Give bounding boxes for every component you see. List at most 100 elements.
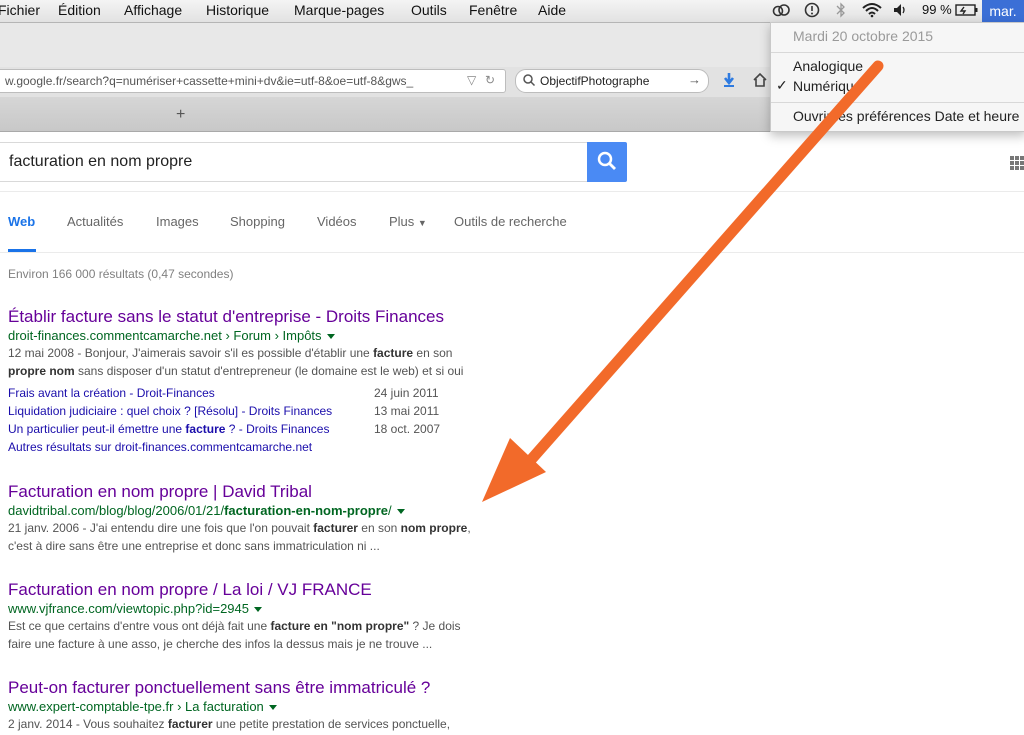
menu-fichier[interactable]: Fichier — [0, 2, 40, 18]
tab-videos[interactable]: Vidéos — [317, 214, 357, 229]
google-search-query: facturation en nom propre — [9, 153, 193, 170]
snippet-text: , — [467, 521, 471, 535]
search-result: Facturation en nom propre | David Tribal… — [8, 481, 528, 555]
sitelink-date: 13 mai 2011 — [374, 404, 440, 418]
clock-menu-date: Mardi 20 octobre 2015 — [793, 28, 934, 44]
menu-affichage[interactable]: Affichage — [124, 2, 182, 18]
bluetooth-icon[interactable] — [835, 2, 847, 21]
snippet-text: Est ce que certains d'entre vous ont déj… — [8, 619, 271, 633]
result-url-text: / — [388, 503, 392, 518]
sitelink-text: Liquidation judiciaire : quel choix ? [R… — [8, 404, 333, 418]
more-results-link[interactable]: Autres résultats sur droit-finances.comm… — [8, 438, 528, 456]
result-title[interactable]: Peut-on facturer ponctuellement sans êtr… — [8, 677, 528, 698]
menu-outils[interactable]: Outils — [411, 2, 447, 18]
menu-item-numerique[interactable]: Numérique — [793, 78, 861, 94]
search-icon — [522, 73, 536, 90]
sitelink-bold: facture — [185, 422, 226, 436]
search-go-icon[interactable]: → — [688, 72, 701, 87]
menubar-clock[interactable]: mar. — [982, 0, 1024, 22]
menu-item-open-prefs[interactable]: Ouvrir les préférences Date et heure — [793, 108, 1019, 124]
result-title[interactable]: Facturation en nom propre | David Tribal — [8, 481, 528, 502]
menu-edition[interactable]: Édition — [58, 2, 101, 18]
caret-down-icon[interactable] — [326, 334, 335, 340]
sitelink[interactable]: Un particulier peut-il émettre une factu… — [8, 422, 329, 436]
wifi-icon[interactable] — [861, 2, 883, 21]
sitelink-text: Frais avant la création - Droit-Finances — [8, 386, 215, 400]
result-title[interactable]: Établir facture sans le statut d'entrepr… — [8, 306, 528, 327]
checkmark-icon: ✓ — [776, 77, 788, 93]
clock-menu: Mardi 20 octobre 2015 Analogique ✓ Numér… — [770, 22, 1024, 132]
menu-marque-pages[interactable]: Marque-pages — [294, 2, 384, 18]
menu-bar: Fichier Édition Affichage Historique Mar… — [0, 0, 1024, 23]
menu-item-analogique[interactable]: Analogique — [793, 58, 863, 74]
browser-search-bar[interactable]: ObjectifPhotographe → — [515, 69, 709, 93]
result-snippet: 2 janv. 2014 - Vous souhaitez facturer u… — [8, 715, 518, 733]
menu-separator — [771, 102, 1024, 103]
tab-plus-label: Plus — [389, 214, 415, 229]
volume-icon[interactable] — [892, 2, 908, 21]
search-icon — [597, 151, 616, 170]
caret-down-icon[interactable] — [268, 705, 277, 711]
result-url: www.expert-comptable-tpe.fr › La factura… — [8, 698, 528, 715]
apps-grid-icon[interactable] — [1010, 156, 1024, 170]
snippet-bold: nom propre — [400, 521, 468, 535]
result-url-text: davidtribal.com/blog/blog/2006/01/21/ — [8, 503, 225, 518]
snippet-text: faire une facture à une asso, je cherche… — [8, 637, 433, 651]
tab-images[interactable]: Images — [156, 214, 199, 229]
result-url: www.vjfrance.com/viewtopic.php?id=2945 — [8, 600, 528, 617]
new-tab-button[interactable]: + — [176, 106, 185, 124]
result-url: davidtribal.com/blog/blog/2006/01/21/fac… — [8, 502, 528, 519]
result-url: droit-finances.commentcamarche.net › For… — [8, 327, 528, 344]
result-url-bold: facturation-en-nom-propre — [224, 503, 389, 518]
battery-icon[interactable] — [955, 2, 979, 21]
tab-outils-recherche[interactable]: Outils de recherche — [454, 214, 567, 229]
search-result: Facturation en nom propre / La loi / VJ … — [8, 579, 528, 653]
downloads-icon[interactable] — [722, 72, 736, 93]
menu-aide[interactable]: Aide — [538, 2, 566, 18]
tab-plus[interactable]: Plus ▼ — [389, 214, 427, 229]
reload-icon[interactable]: ↻ — [485, 73, 495, 87]
url-dropdown-icon[interactable]: ▽ — [467, 73, 476, 87]
sitelink-row: Liquidation judiciaire : quel choix ? [R… — [8, 402, 528, 420]
tab-shopping[interactable]: Shopping — [230, 214, 285, 229]
snippet-bold: propre nom — [8, 364, 75, 378]
sitelink-date: 18 oct. 2007 — [374, 422, 441, 436]
result-snippet: 12 mai 2008 - Bonjour, J'aimerais savoir… — [8, 344, 518, 380]
sitelink[interactable]: Frais avant la création - Droit-Finances — [8, 386, 215, 400]
battery-percentage[interactable]: 99 % — [922, 2, 952, 17]
snippet-bold: facturer — [313, 521, 358, 535]
snippet-text: 2 janv. 2014 - Vous souhaitez — [8, 717, 168, 731]
tab-actualites[interactable]: Actualités — [67, 214, 123, 229]
snippet-text: 12 mai 2008 - Bonjour, J'aimerais savoir… — [8, 346, 374, 360]
google-search-button[interactable] — [587, 142, 627, 182]
snippet-text: ? Je dois — [409, 619, 461, 633]
menu-fenetre[interactable]: Fenêtre — [469, 2, 517, 18]
result-title[interactable]: Facturation en nom propre / La loi / VJ … — [8, 579, 528, 600]
home-icon[interactable] — [752, 72, 768, 93]
sitelink[interactable]: Liquidation judiciaire : quel choix ? [R… — [8, 404, 332, 418]
result-snippet: 21 janv. 2006 - J'ai entendu dire une fo… — [8, 519, 518, 555]
google-search-input[interactable]: facturation en nom propre — [0, 142, 587, 182]
url-bar[interactable]: w.google.fr/search?q=numériser+cassette+… — [0, 69, 506, 93]
tab-web[interactable]: Web — [8, 214, 35, 229]
browser-search-text: ObjectifPhotographe — [540, 74, 650, 88]
sitelink-date: 24 juin 2011 — [374, 386, 439, 400]
divider — [0, 191, 1024, 192]
search-result: Établir facture sans le statut d'entrepr… — [8, 306, 528, 456]
snippet-bold: facture — [373, 346, 414, 360]
snippet-text: 21 janv. 2006 - J'ai entendu dire une fo… — [8, 521, 314, 535]
result-url-text: www.vjfrance.com/viewtopic.php?id=2945 — [8, 601, 249, 616]
menu-separator — [771, 52, 1024, 53]
snippet-text: en son — [413, 346, 453, 360]
result-url-text: droit-finances.commentcamarche.net › For… — [8, 328, 322, 343]
sitelink-row: Un particulier peut-il émettre une factu… — [8, 420, 528, 438]
result-snippet: Est ce que certains d'entre vous ont déj… — [8, 617, 518, 653]
menu-historique[interactable]: Historique — [206, 2, 269, 18]
time-machine-icon[interactable] — [803, 2, 821, 21]
sitelinks: Frais avant la création - Droit-Finances… — [8, 384, 528, 456]
creative-cloud-icon[interactable] — [772, 2, 790, 21]
caret-down-icon[interactable] — [396, 509, 405, 515]
caret-down-icon[interactable] — [254, 607, 262, 613]
url-text: w.google.fr/search?q=numériser+cassette+… — [5, 74, 414, 88]
snippet-text: une petite prestation de services ponctu… — [212, 717, 451, 731]
